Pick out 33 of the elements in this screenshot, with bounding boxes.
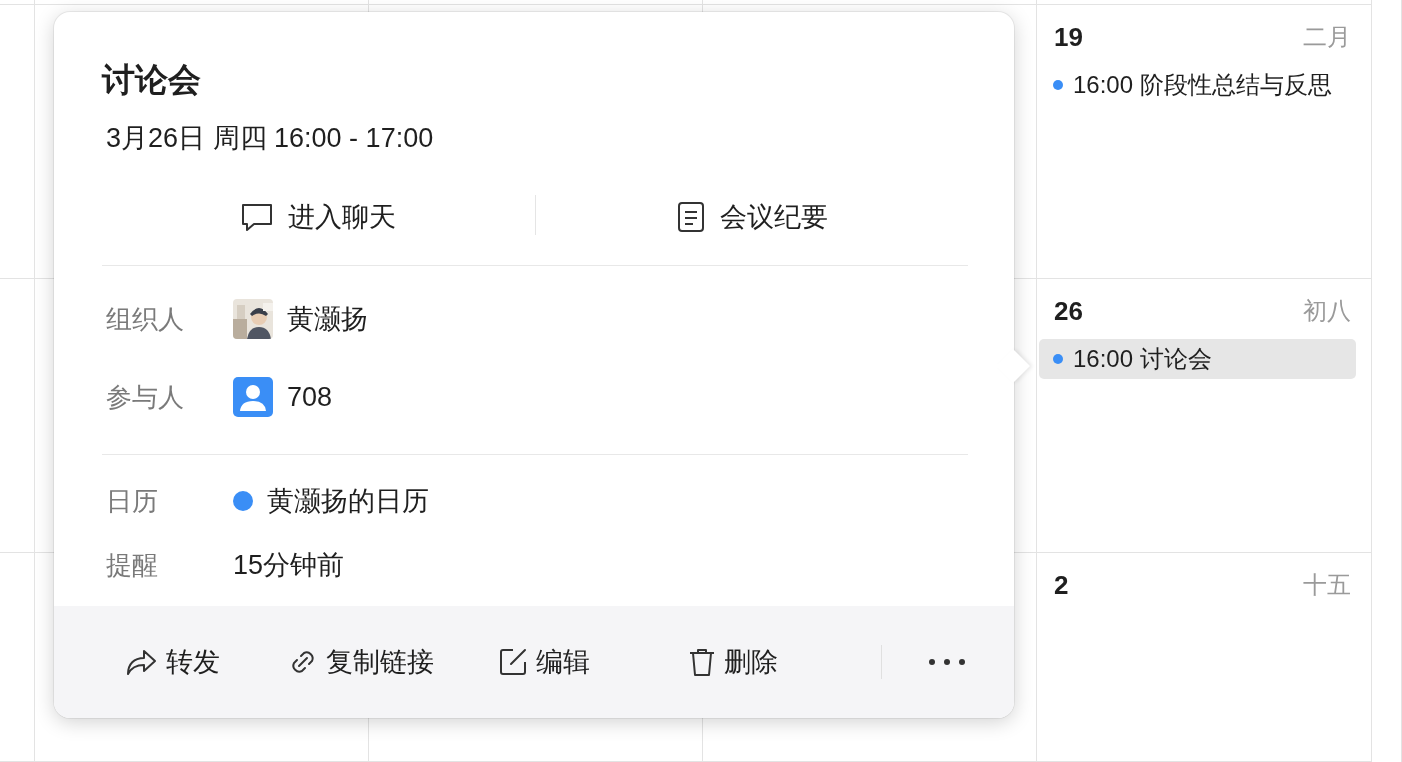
document-icon	[675, 201, 706, 233]
forward-button[interactable]: 转发	[124, 640, 222, 684]
event-datetime: 3月26日 周四 16:00 - 17:00	[105, 122, 435, 155]
more-icon	[928, 658, 966, 666]
calendar-event[interactable]: 16:00 阶段性总结与反思	[1039, 65, 1356, 105]
chat-icon	[240, 202, 275, 232]
event-title: 讨论会	[102, 60, 202, 100]
day-number: 26	[1054, 295, 1083, 327]
trash-icon	[688, 647, 716, 677]
calendar-event[interactable]: 16:00 讨论会	[1039, 339, 1356, 379]
field-label: 组织人	[105, 302, 185, 336]
copy-link-button[interactable]: 复制链接	[286, 640, 436, 684]
lunar-date: 二月	[1303, 22, 1351, 52]
lunar-date: 初八	[1303, 296, 1351, 326]
delete-button[interactable]: 删除	[686, 640, 780, 684]
participant-count: 708	[287, 381, 333, 413]
lunar-date: 十五	[1303, 570, 1351, 600]
day-number: 2	[1054, 569, 1069, 601]
organizer-name: 黄灏扬	[287, 303, 368, 336]
day-number: 19	[1054, 21, 1083, 53]
notes-button[interactable]: 会议纪要	[535, 195, 968, 239]
field-label: 提醒	[105, 548, 159, 582]
calendar-name: 黄灏扬的日历	[267, 485, 429, 518]
edit-icon	[498, 647, 528, 677]
field-label: 日历	[105, 484, 159, 518]
event-label: 16:00 阶段性总结与反思	[1073, 70, 1332, 100]
reminder-value: 15分钟前	[233, 549, 345, 582]
contact-icon	[233, 377, 273, 417]
event-label: 16:00 讨论会	[1073, 344, 1212, 374]
field-label: 参与人	[105, 380, 185, 414]
share-arrow-icon	[126, 648, 158, 676]
edit-button[interactable]: 编辑	[496, 640, 592, 684]
chat-button[interactable]: 进入聊天	[102, 195, 535, 239]
